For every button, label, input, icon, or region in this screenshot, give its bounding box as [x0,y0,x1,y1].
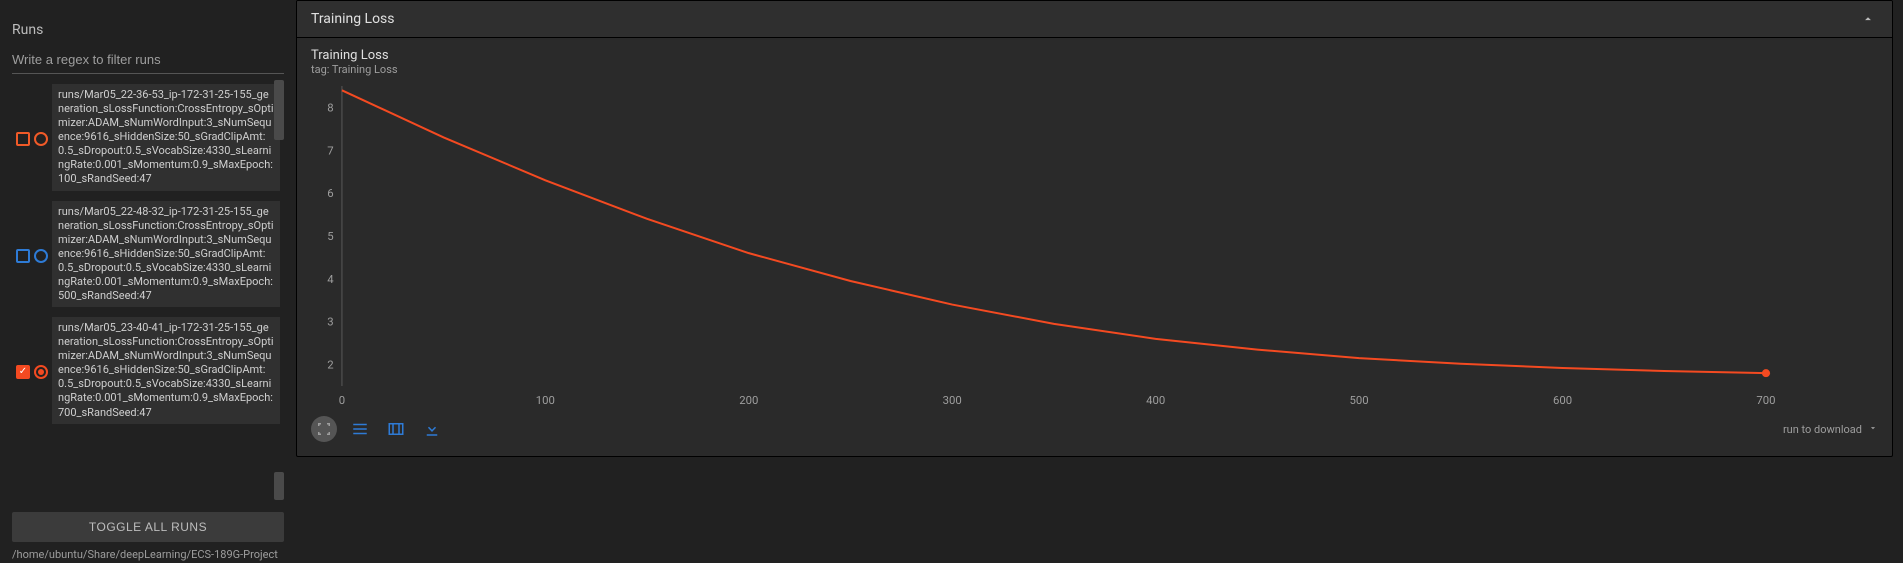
svg-text:6: 6 [327,187,333,200]
filter-wrap [12,48,284,74]
run-radio[interactable] [34,132,48,146]
fit-domain-icon[interactable] [383,416,409,442]
run-checkbox[interactable]: ✓ [16,365,30,379]
svg-text:300: 300 [943,394,962,407]
chevron-down-icon [1868,423,1878,436]
run-label: runs/Mar05_22-48-32_ip-172-31-25-155_gen… [52,201,280,308]
download-icon[interactable] [419,416,445,442]
training-loss-panel: Training Loss Training Loss tag: Trainin… [296,0,1893,457]
scrollbar-thumb[interactable] [274,80,284,140]
run-checkbox[interactable] [16,249,30,263]
chart-footer: run to download [311,416,1878,442]
filter-input[interactable] [12,48,284,74]
sidebar: Runs runs/Mar05_22-36-53_ip-172-31-25-15… [0,0,296,563]
svg-text:400: 400 [1146,394,1165,407]
runs-section-label: Runs [12,22,284,38]
panel-title: Training Loss [311,11,395,27]
panel-header[interactable]: Training Loss [297,1,1892,38]
svg-text:4: 4 [327,273,334,286]
run-item[interactable]: runs/Mar05_22-36-53_ip-172-31-25-155_gen… [12,80,284,195]
run-item[interactable]: runs/Mar05_22-48-32_ip-172-31-25-155_gen… [12,197,284,312]
chart-subtitle: tag: Training Loss [311,63,1878,76]
chart-title: Training Loss [311,48,1878,63]
run-download-label: run to download [1783,423,1862,436]
run-label: runs/Mar05_22-36-53_ip-172-31-25-155_gen… [52,84,280,191]
svg-text:100: 100 [536,394,555,407]
svg-text:2: 2 [327,359,333,372]
svg-text:600: 600 [1553,394,1572,407]
logdir-path: /home/ubuntu/Share/deepLearning/ECS-189G… [12,548,284,563]
runs-list: runs/Mar05_22-36-53_ip-172-31-25-155_gen… [12,80,284,506]
run-download-select[interactable]: run to download [1783,423,1878,436]
chart-svg[interactable]: 0 100 200 300 400 500 600 700 2 3 4 5 6 7 8 [311,80,1878,410]
scrollbar-thumb[interactable] [274,472,284,500]
chart[interactable]: 0 100 200 300 400 500 600 700 2 3 4 5 6 7 8 [311,80,1878,410]
svg-text:8: 8 [327,102,333,115]
svg-text:500: 500 [1350,394,1369,407]
collapse-icon[interactable] [1858,9,1878,29]
toggle-all-runs-button[interactable]: TOGGLE ALL RUNS [12,512,284,542]
main: Training Loss Training Loss tag: Trainin… [296,0,1903,563]
svg-text:5: 5 [327,230,333,243]
run-checkbox[interactable] [16,132,30,146]
svg-text:0: 0 [339,394,345,407]
chart-tools [311,416,445,442]
list-icon[interactable] [347,416,373,442]
svg-text:700: 700 [1756,394,1775,407]
expand-chart-icon[interactable] [311,416,337,442]
run-radio[interactable] [34,365,48,379]
svg-text:3: 3 [327,316,333,329]
panel-body: Training Loss tag: Training Loss 0 100 200… [297,38,1892,456]
run-radio[interactable] [34,249,48,263]
svg-text:7: 7 [327,144,333,157]
run-label: runs/Mar05_23-40-41_ip-172-31-25-155_gen… [52,317,280,424]
svg-text:200: 200 [739,394,758,407]
run-item[interactable]: ✓ runs/Mar05_23-40-41_ip-172-31-25-155_ge… [12,313,284,428]
